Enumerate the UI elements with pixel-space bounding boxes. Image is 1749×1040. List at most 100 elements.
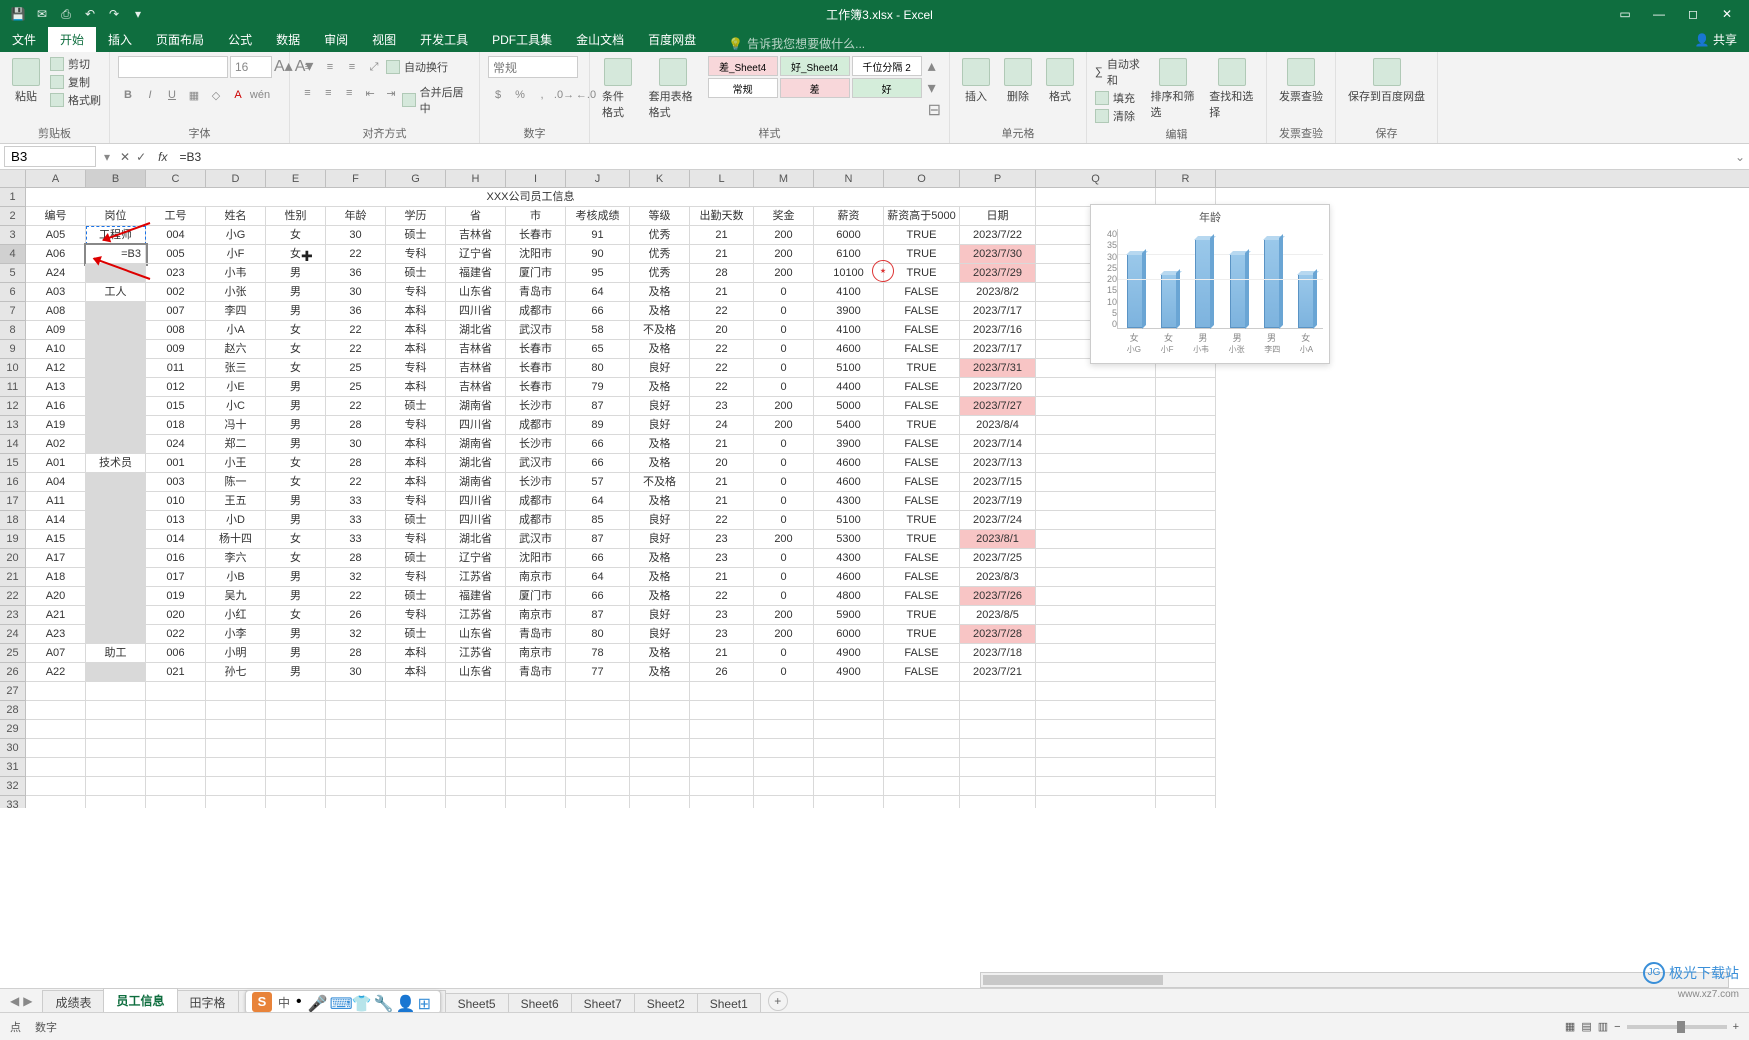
cell[interactable]: 学历 (386, 207, 446, 226)
chart-bar[interactable] (1298, 274, 1314, 328)
cell[interactable]: A13 (26, 378, 86, 397)
cell[interactable]: 2023/7/15 (960, 473, 1036, 492)
cell[interactable]: 57 (566, 473, 630, 492)
cell[interactable] (266, 777, 326, 796)
cell[interactable]: 良好 (630, 606, 690, 625)
cell[interactable]: 4600 (814, 340, 884, 359)
cell[interactable] (884, 701, 960, 720)
cell[interactable]: 022 (146, 625, 206, 644)
cell[interactable]: 80 (566, 625, 630, 644)
cell[interactable]: 江苏省 (446, 644, 506, 663)
cell[interactable]: 小李 (206, 625, 266, 644)
cell[interactable]: 杨十四 (206, 530, 266, 549)
cell[interactable]: 26 (690, 663, 754, 682)
cell[interactable]: 李六 (206, 549, 266, 568)
row-header[interactable]: 6 (0, 283, 26, 302)
cell[interactable] (1036, 682, 1156, 701)
cell[interactable]: TRUE (884, 264, 960, 283)
select-all-corner[interactable] (0, 170, 26, 187)
cell[interactable]: 男 (266, 397, 326, 416)
cell[interactable]: 良好 (630, 530, 690, 549)
cell[interactable]: 014 (146, 530, 206, 549)
cell[interactable] (566, 720, 630, 739)
cell[interactable] (960, 777, 1036, 796)
cut-button[interactable]: 剪切 (50, 56, 101, 72)
cell[interactable]: 2023/7/29 (960, 264, 1036, 283)
cell[interactable]: 018 (146, 416, 206, 435)
cell[interactable]: 江苏省 (446, 568, 506, 587)
column-header[interactable]: K (630, 170, 690, 187)
cell[interactable]: 男 (266, 625, 326, 644)
row-header[interactable]: 10 (0, 359, 26, 378)
row-header[interactable]: 27 (0, 682, 26, 701)
cell[interactable]: 6000 (814, 625, 884, 644)
cell[interactable]: 019 (146, 587, 206, 606)
cell[interactable]: 本科 (386, 340, 446, 359)
cell[interactable]: 200 (754, 264, 814, 283)
cell[interactable]: 姓名 (206, 207, 266, 226)
cell[interactable]: 6000 (814, 226, 884, 245)
cell[interactable] (1156, 435, 1216, 454)
cell[interactable]: A04 (26, 473, 86, 492)
sheet-tab[interactable]: Sheet2 (634, 993, 698, 1014)
column-header[interactable]: F (326, 170, 386, 187)
style-more-icon[interactable]: ⊟ (928, 100, 941, 120)
cell[interactable]: 21 (690, 473, 754, 492)
fx-icon[interactable]: fx (152, 150, 173, 164)
indent-dec-icon[interactable]: ⇤ (361, 84, 380, 102)
cell[interactable]: 女 (266, 606, 326, 625)
cell[interactable]: 湖北省 (446, 454, 506, 473)
cell[interactable]: 66 (566, 454, 630, 473)
cell[interactable]: A21 (26, 606, 86, 625)
cell[interactable]: 64 (566, 283, 630, 302)
cell[interactable]: FALSE (884, 644, 960, 663)
cell[interactable]: 不及格 (630, 473, 690, 492)
cell[interactable] (1156, 796, 1216, 808)
sheet-nav-prev-icon[interactable]: ◀ (10, 994, 19, 1008)
style-preset[interactable]: 差 (780, 78, 850, 98)
cell[interactable]: 本科 (386, 378, 446, 397)
cell[interactable]: 长春市 (506, 226, 566, 245)
cell[interactable]: A07 (26, 644, 86, 663)
cell[interactable]: 南京市 (506, 568, 566, 587)
zoom-slider[interactable] (1627, 1025, 1727, 1029)
maximize-icon[interactable]: ◻ (1681, 7, 1705, 21)
cell[interactable]: 4900 (814, 644, 884, 663)
cell[interactable] (566, 682, 630, 701)
cell[interactable]: 及格 (630, 587, 690, 606)
cell[interactable]: A01 (26, 454, 86, 473)
cell[interactable]: A06 (26, 245, 86, 264)
style-preset[interactable]: 千位分隔 2 (852, 56, 922, 76)
cell[interactable]: A24 (26, 264, 86, 283)
cell[interactable]: A11 (26, 492, 86, 511)
column-header[interactable]: N (814, 170, 884, 187)
cell[interactable] (506, 796, 566, 808)
cell[interactable] (266, 739, 326, 758)
cell[interactable] (1036, 568, 1156, 587)
cell[interactable] (1036, 378, 1156, 397)
font-family-select[interactable] (118, 56, 228, 78)
cell[interactable]: 吉林省 (446, 226, 506, 245)
orientation-icon[interactable]: ⤢ (364, 58, 384, 76)
sheet-tab[interactable]: 田字格 (177, 990, 239, 1014)
cell[interactable] (86, 378, 146, 397)
cell[interactable]: 小C (206, 397, 266, 416)
cell[interactable] (446, 720, 506, 739)
cell[interactable]: 22 (326, 340, 386, 359)
row-header[interactable]: 14 (0, 435, 26, 454)
cell[interactable]: 及格 (630, 663, 690, 682)
cell[interactable]: 岗位 (86, 207, 146, 226)
align-right-icon[interactable]: ≡ (340, 84, 359, 102)
cell[interactable] (690, 701, 754, 720)
cell[interactable]: 专科 (386, 359, 446, 378)
cell[interactable]: 山东省 (446, 283, 506, 302)
column-header[interactable]: A (26, 170, 86, 187)
cell[interactable]: 孙七 (206, 663, 266, 682)
cell[interactable]: 003 (146, 473, 206, 492)
ime-toolbar[interactable]: S 中 • 🎤 ⌨ 👕 🔧 👤 ⊞ (245, 990, 441, 1014)
cell[interactable]: 2023/7/13 (960, 454, 1036, 473)
sheet-tab[interactable]: Sheet5 (445, 993, 509, 1014)
cell[interactable] (1156, 663, 1216, 682)
cell[interactable]: 及格 (630, 492, 690, 511)
cell[interactable] (1156, 454, 1216, 473)
